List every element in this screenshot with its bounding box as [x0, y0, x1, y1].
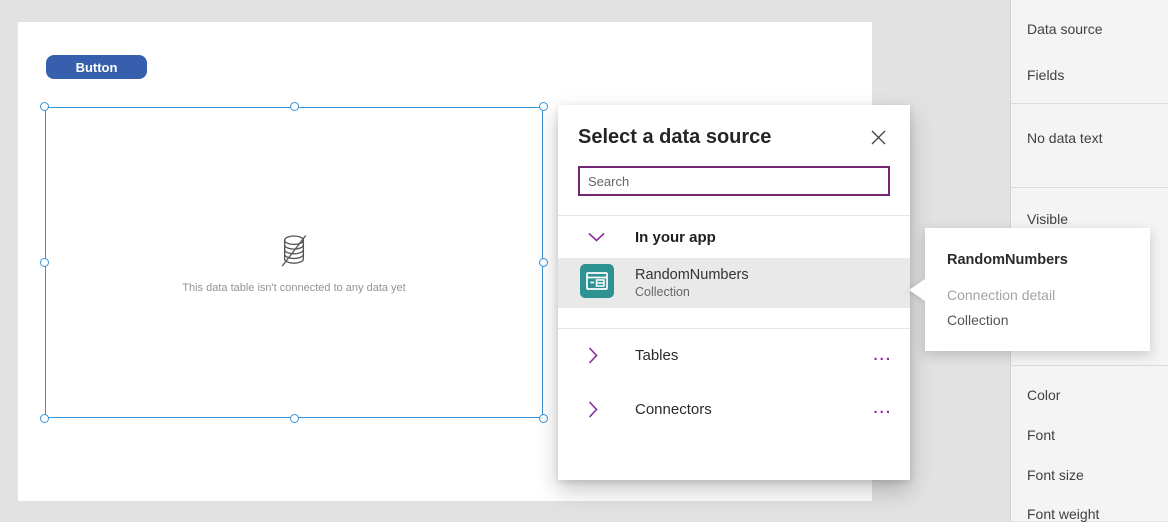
chevron-right-icon[interactable]	[588, 401, 606, 418]
data-source-tooltip: RandomNumbers Connection detail Collecti…	[925, 228, 1150, 351]
database-disconnected-icon	[279, 234, 309, 273]
resize-handle-bottom-middle[interactable]	[290, 414, 299, 423]
data-source-type: Collection	[635, 285, 749, 299]
resize-handle-bottom-left[interactable]	[40, 414, 49, 423]
resize-handle-top-right[interactable]	[539, 102, 548, 111]
property-data-source[interactable]: Data source	[1027, 21, 1102, 37]
data-source-name: RandomNumbers	[635, 267, 749, 283]
canvas-button-control[interactable]: Button	[46, 55, 147, 79]
resize-handle-bottom-right[interactable]	[539, 414, 548, 423]
property-font-size[interactable]: Font size	[1027, 467, 1084, 483]
property-fields[interactable]: Fields	[1027, 67, 1064, 83]
connectors-label: Connectors	[635, 401, 712, 418]
tooltip-arrow	[909, 279, 925, 301]
divider	[1011, 365, 1168, 366]
tooltip-title: RandomNumbers	[947, 252, 1068, 268]
data-table-empty-text: This data table isn't connected to any d…	[182, 282, 405, 294]
resize-handle-top-left[interactable]	[40, 102, 49, 111]
in-your-app-section-header[interactable]: In your app	[558, 216, 910, 258]
property-font-weight[interactable]: Font weight	[1027, 506, 1099, 522]
tables-section-header[interactable]: Tables ...	[558, 329, 910, 382]
data-table-empty-state: This data table isn't connected to any d…	[46, 234, 542, 294]
property-no-data-text[interactable]: No data text	[1027, 130, 1103, 146]
more-options-icon[interactable]: ...	[873, 406, 892, 412]
chevron-right-icon[interactable]	[588, 347, 606, 364]
property-color[interactable]: Color	[1027, 387, 1060, 403]
collection-icon	[580, 264, 614, 303]
more-options-icon[interactable]: ...	[873, 353, 892, 359]
tables-label: Tables	[635, 347, 678, 364]
dialog-title: Select a data source	[578, 126, 771, 149]
property-visible[interactable]: Visible	[1027, 211, 1068, 227]
app-window: Button	[0, 0, 1168, 521]
search-input[interactable]	[578, 166, 890, 196]
tooltip-subtitle: Connection detail	[947, 287, 1055, 303]
in-your-app-label: In your app	[635, 229, 716, 246]
chevron-down-icon[interactable]	[588, 232, 606, 242]
tooltip-value: Collection	[947, 312, 1008, 328]
data-source-item-randomnumbers[interactable]: RandomNumbers Collection	[558, 258, 910, 308]
divider	[1011, 187, 1168, 188]
select-data-source-dialog: Select a data source In your app	[558, 105, 910, 480]
resize-handle-top-middle[interactable]	[290, 102, 299, 111]
data-table-control[interactable]: This data table isn't connected to any d…	[45, 107, 543, 418]
property-font[interactable]: Font	[1027, 427, 1055, 443]
connectors-section-header[interactable]: Connectors ...	[558, 382, 910, 436]
divider	[1011, 103, 1168, 104]
close-icon[interactable]	[868, 127, 888, 147]
